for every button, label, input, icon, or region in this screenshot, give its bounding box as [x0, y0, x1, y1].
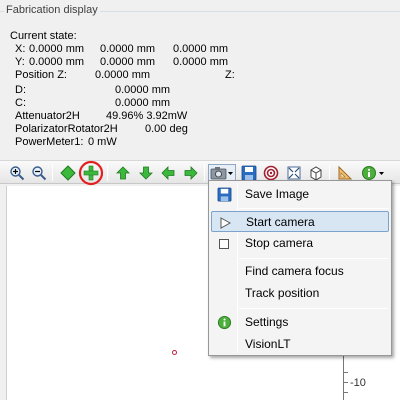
menu-item-label: Start camera	[246, 215, 315, 229]
menu-item-label: Track position	[245, 286, 320, 300]
center-target-icon[interactable]	[78, 160, 104, 186]
position-z-value: 0.0000 mm	[95, 69, 151, 81]
c-value: 0.0000 mm	[115, 97, 171, 109]
camera-menu: Save Image Start camera Stop camera Find…	[208, 180, 392, 356]
toolbar-separator	[107, 165, 108, 181]
zoom-out-icon[interactable]	[30, 164, 48, 182]
y-label: Y:	[15, 56, 25, 68]
axis-tick	[343, 392, 348, 393]
state-heading: Current state:	[10, 30, 77, 42]
arrow-up-icon[interactable]	[114, 164, 132, 182]
menu-item-label: VisionLT	[245, 337, 291, 351]
arrow-left-icon[interactable]	[159, 164, 177, 182]
menu-item-find-camera-focus[interactable]: Find camera focus	[211, 261, 389, 282]
powermeter-label: PowerMeter1:	[15, 136, 84, 148]
axis-tick	[343, 382, 348, 383]
diamond-icon[interactable]	[59, 164, 77, 182]
toolbar-separator	[52, 165, 53, 181]
menu-item-track-position[interactable]: Track position	[211, 283, 389, 304]
position-marker	[172, 350, 177, 355]
info-icon	[215, 314, 233, 331]
attenuator-value: 49.96% 3.92mW	[106, 110, 188, 122]
menu-item-label: Find camera focus	[245, 264, 344, 278]
menu-item-visionlt[interactable]: VisionLT	[211, 334, 389, 355]
zoom-in-icon[interactable]	[8, 164, 26, 182]
menu-separator	[239, 308, 389, 309]
y-value-1: 0.0000 mm	[29, 56, 85, 68]
x-value-2: 0.0000 mm	[100, 43, 156, 55]
x-label: X:	[15, 43, 26, 55]
menu-separator	[239, 258, 389, 259]
menu-item-label: Stop camera	[245, 236, 314, 250]
menu-separator	[239, 208, 389, 209]
polarizator-value: 0.00 deg	[145, 123, 188, 135]
y-value-2: 0.0000 mm	[100, 56, 156, 68]
d-value: 0.0000 mm	[115, 84, 171, 96]
y-value-3: 0.0000 mm	[173, 56, 229, 68]
toolbar-separator	[329, 165, 330, 181]
arrow-down-icon[interactable]	[137, 164, 155, 182]
stop-icon	[215, 235, 233, 252]
attenuator-label: Attenuator2H	[15, 110, 80, 122]
toolbar-separator	[204, 165, 205, 181]
group-border	[0, 11, 4, 12]
axis-tick	[343, 372, 348, 373]
menu-item-save-image[interactable]: Save Image	[211, 184, 389, 205]
arrow-right-icon[interactable]	[182, 164, 200, 182]
menu-item-stop-camera[interactable]: Stop camera	[211, 233, 389, 254]
menu-item-start-camera[interactable]: Start camera	[211, 211, 389, 232]
powermeter-value: 0 mW	[88, 136, 117, 148]
c-label: C:	[15, 97, 26, 109]
d-label: D:	[15, 84, 26, 96]
x-value-1: 0.0000 mm	[29, 43, 85, 55]
polarizator-label: PolarizatorRotator2H	[15, 123, 118, 135]
position-z-label: Position Z:	[15, 69, 67, 81]
group-border-top	[100, 11, 400, 12]
axis-tick-label: -10	[350, 377, 366, 389]
menu-item-label: Save Image	[245, 187, 310, 201]
menu-item-label: Settings	[245, 315, 289, 329]
menu-item-settings[interactable]: Settings	[211, 312, 389, 333]
x-value-3: 0.0000 mm	[173, 43, 229, 55]
group-title: Fabrication display	[6, 4, 98, 16]
floppy-disk-icon	[215, 186, 233, 203]
z-label: Z:	[225, 69, 235, 81]
play-icon	[216, 214, 234, 231]
